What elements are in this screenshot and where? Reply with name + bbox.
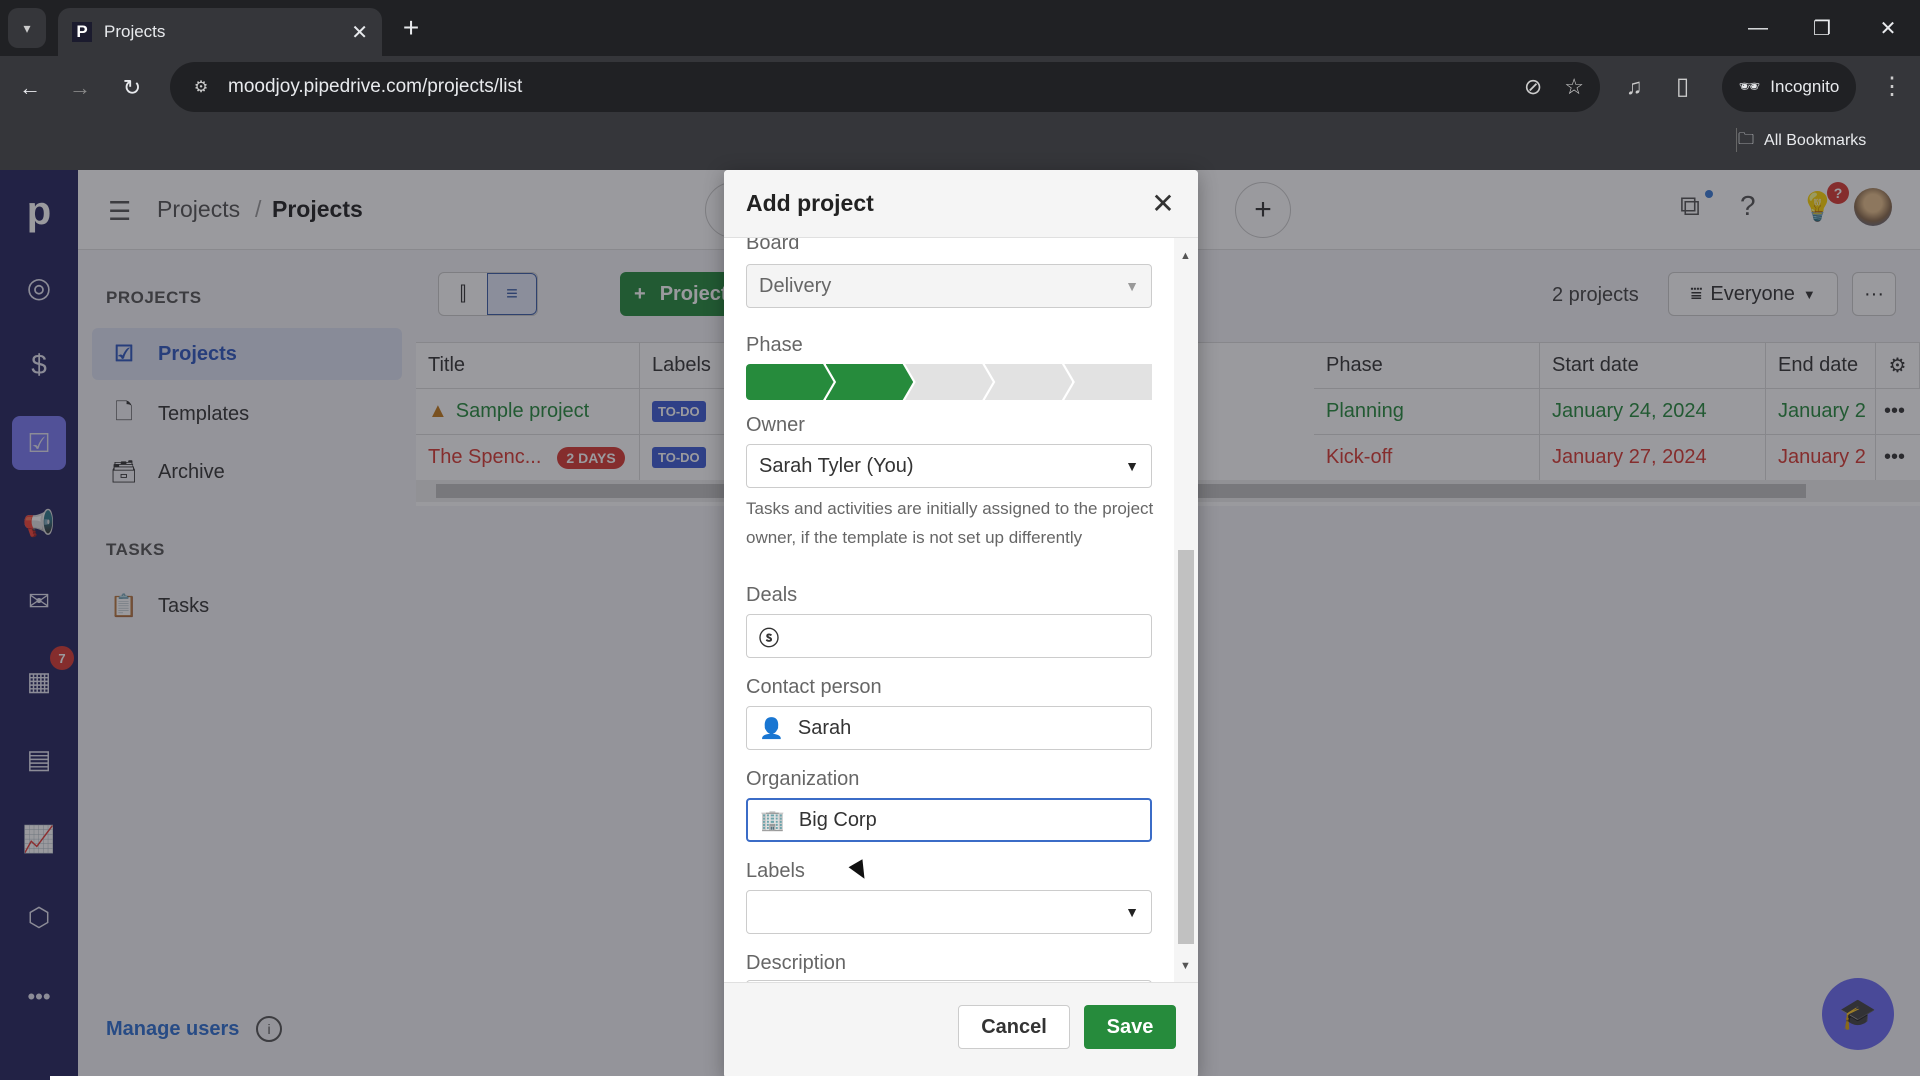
incognito-label: Incognito [1770,77,1840,96]
dialog-body: Board Delivery ▼ Phase Owner Sarah Tyler… [724,238,1198,982]
incognito-badge[interactable]: 🕶 Incognito [1722,62,1856,112]
phase-selector [746,364,1152,400]
close-window-icon[interactable]: ✕ [1858,8,1918,48]
address-bar[interactable]: ⚙ moodjoy.pipedrive.com/projects/list ⊘ … [170,62,1600,112]
board-value: Delivery [759,274,832,297]
phase-step[interactable] [825,364,914,400]
dialog-title: Add project [746,190,874,216]
forward-icon[interactable]: → [62,70,98,106]
contact-value: Sarah [797,716,852,739]
contact-label: Contact person [746,676,882,698]
site-info-icon[interactable]: ⚙ [186,72,216,102]
bookmarks-label: All Bookmarks [1764,132,1867,149]
organization-input[interactable]: 🏢 Big Corp [746,798,1152,842]
scroll-up-icon[interactable]: ▲ [1180,250,1191,262]
organization-label: Organization [746,768,860,790]
owner-label: Owner [746,414,805,436]
media-icon[interactable]: ♫ [1626,74,1643,100]
board-label: Board [746,238,800,254]
cancel-button[interactable]: Cancel [958,1005,1070,1049]
favicon: P [72,22,92,42]
chevron-down-icon: ▼ [1125,278,1139,294]
owner-value: Sarah Tyler (You) [759,454,914,477]
building-icon: 🏢 [760,809,785,832]
dialog-footer: Cancel Save [724,982,1198,1078]
back-icon[interactable]: ← [12,70,48,106]
owner-help-text: Tasks and activities are initially assig… [746,499,1154,547]
close-tab-icon[interactable]: ✕ [351,20,368,45]
tab-title: Projects [104,22,166,41]
phase-step[interactable] [746,364,834,400]
incognito-icon: 🕶 [1738,77,1761,96]
dialog-header: Add project ✕ [724,170,1198,238]
deals-input[interactable]: ⓢ [746,614,1152,658]
add-project-dialog: Add project ✕ Board Delivery ▼ Phase Own… [724,170,1198,1078]
phase-step[interactable] [905,364,993,400]
owner-select[interactable]: Sarah Tyler (You) ▼ [746,444,1152,488]
scrollbar-thumb[interactable] [1178,550,1194,944]
phase-step[interactable] [984,364,1073,400]
browser-menu-icon[interactable]: ⋮ [1880,72,1904,101]
taskbar-edge [50,1076,1920,1080]
description-label: Description [746,952,847,974]
person-icon: 👤 [759,717,784,740]
bookmark-divider [1736,128,1737,152]
star-icon[interactable]: ☆ [1564,74,1584,100]
labels-select[interactable]: ▼ [746,890,1152,934]
organization-value: Big Corp [798,808,877,831]
new-tab-button[interactable]: + [396,12,426,44]
browser-tab[interactable]: P Projects ✕ [58,8,382,56]
reload-icon[interactable]: ↻ [114,70,150,106]
chevron-down-icon: ▼ [1125,904,1139,920]
scroll-down-icon[interactable]: ▼ [1180,960,1191,972]
folder-icon: 🗀 [1738,130,1755,148]
dialog-scrollbar[interactable]: ▲ ▼ [1174,238,1198,982]
eye-off-icon[interactable]: ⊘ [1524,74,1542,100]
restore-icon[interactable]: ❐ [1792,8,1852,48]
tab-search-button[interactable]: ▾ [8,8,46,48]
url-text[interactable]: moodjoy.pipedrive.com/projects/list [228,76,1502,98]
minimize-icon[interactable]: — [1728,8,1788,48]
all-bookmarks[interactable]: 🗀 All Bookmarks [1738,126,1866,156]
save-button[interactable]: Save [1084,1005,1176,1049]
side-panel-icon[interactable]: ▯ [1676,72,1689,101]
close-icon[interactable]: ✕ [1146,186,1180,220]
board-select[interactable]: Delivery ▼ [746,264,1152,308]
contact-input[interactable]: 👤 Sarah [746,706,1152,750]
labels-label: Labels [746,860,805,882]
phase-step[interactable] [1064,364,1152,400]
chevron-down-icon: ▼ [1125,458,1139,474]
dollar-icon: ⓢ [759,627,779,650]
deals-label: Deals [746,584,798,606]
browser-tab-bar: ▾ P Projects ✕ + — ❐ ✕ [0,0,1920,56]
phase-label: Phase [746,334,803,356]
